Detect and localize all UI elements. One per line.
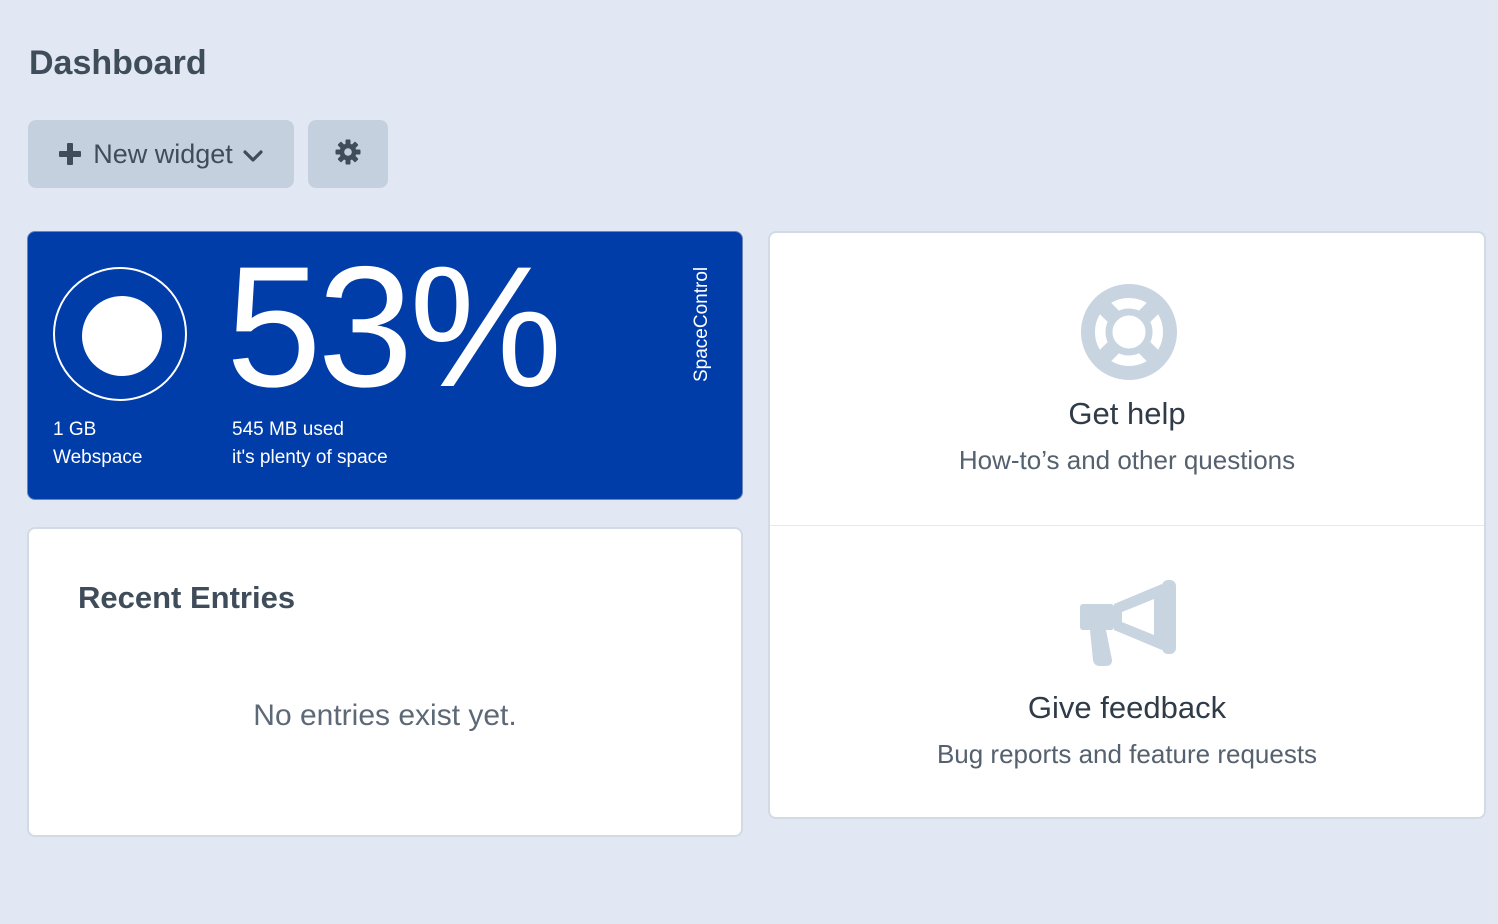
megaphone-icon xyxy=(1080,580,1176,666)
gear-icon xyxy=(335,139,361,170)
webspace-widget: 53% 1 GB Webspace 545 MB used it's plent… xyxy=(27,231,743,500)
usage-info: 545 MB used it's plenty of space xyxy=(232,416,388,472)
empty-message: No entries exist yet. xyxy=(253,699,517,732)
new-widget-button[interactable]: New widget xyxy=(28,120,294,188)
recent-entries-widget: Recent Entries No entries exist yet. xyxy=(27,527,743,837)
chevron-down-icon xyxy=(243,139,263,170)
settings-button[interactable] xyxy=(308,120,388,188)
get-help-subtitle: How-to’s and other questions xyxy=(958,445,1296,475)
get-help-link[interactable]: Get help How-to’s and other questions xyxy=(770,233,1484,526)
usage-ring-icon xyxy=(53,267,187,401)
page-title: Dashboard xyxy=(29,44,207,82)
used-value: 545 MB used xyxy=(232,419,344,440)
new-widget-label: New widget xyxy=(93,138,233,169)
usage-percent: 53% xyxy=(226,231,562,423)
recent-entries-title: Recent Entries xyxy=(78,580,296,615)
brand-label: SpaceControl xyxy=(691,266,712,382)
give-feedback-title: Give feedback xyxy=(1027,690,1227,725)
give-feedback-link[interactable]: Give feedback Bug reports and feature re… xyxy=(770,526,1484,819)
usage-status: it's plenty of space xyxy=(232,447,388,468)
quota-info: 1 GB Webspace xyxy=(53,416,142,472)
quota-value: 1 GB xyxy=(53,419,97,440)
get-help-title: Get help xyxy=(1068,396,1186,431)
usage-indicator xyxy=(82,296,162,376)
help-widget: Get help How-to’s and other questions Gi… xyxy=(768,231,1486,819)
quota-label: Webspace xyxy=(53,447,143,468)
give-feedback-subtitle: Bug reports and feature requests xyxy=(936,739,1318,769)
plus-icon xyxy=(59,135,82,174)
life-ring-icon xyxy=(1081,284,1177,380)
